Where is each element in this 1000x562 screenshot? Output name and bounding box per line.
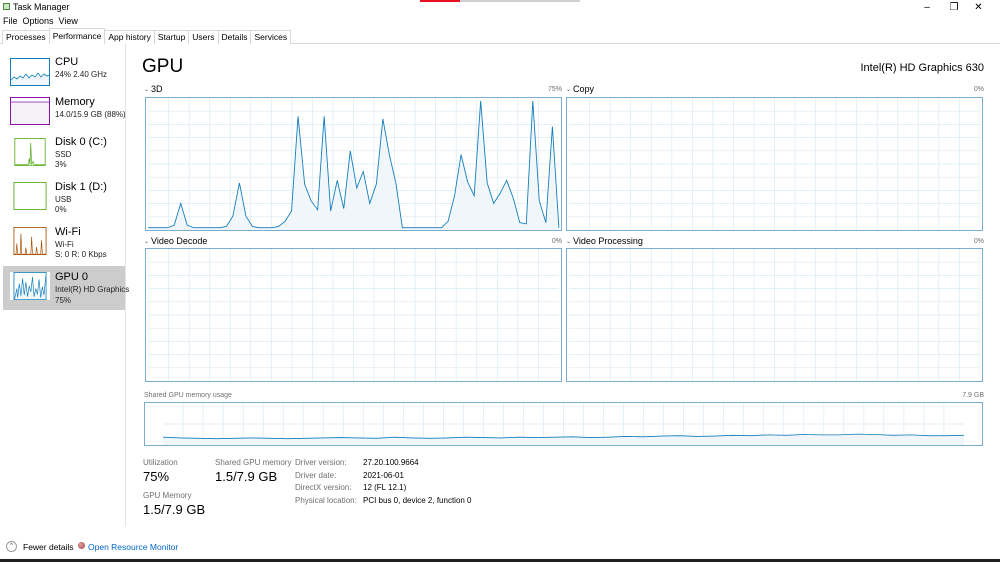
resource-monitor-icon [78,542,85,549]
menu-options[interactable]: Options [21,15,56,28]
gpu-device-name: Intel(R) HD Graphics 630 [860,62,985,74]
sidebar-gpu-0-title: GPU 0 [55,271,89,283]
accent-strip-red [420,0,460,2]
menu-view[interactable]: View [57,15,80,28]
shared-memory-graph [144,402,983,446]
engine-video-decode-name: Video Decode [151,236,208,246]
tab-processes[interactable]: Processes [2,30,50,44]
driver-date-value: 2021-06-01 [363,471,404,480]
gpu-memory-value: 1.5/7.9 GB [143,502,206,517]
menu-file[interactable]: File [1,15,20,28]
sidebar-wifi-title: Wi-Fi [55,226,81,238]
sidebar-gpu-0-usage: 75% [55,296,72,305]
tab-details[interactable]: Details [217,30,252,44]
gpu-memory-label: GPU Memory [143,491,192,500]
disk-0-graph-icon [10,138,50,166]
physical-location-label: Physical location: [295,496,357,505]
tab-app-history[interactable]: App history [104,30,155,44]
engine-copy-name: Copy [573,84,595,94]
sidebar-disk-1-title: Disk 1 (D:) [55,181,107,193]
engine-3d-max: 75% [547,86,562,93]
resource-sidebar: CPU 24% 2.40 GHz Memory 14.0/15.9 GB (88… [0,44,129,526]
sidebar-disk-0-type: SSD [55,150,72,159]
driver-version-label: Driver version: [295,458,347,467]
shared-gpu-memory-value: 1.5/7.9 GB [215,469,278,484]
sidebar-disk-1-usage: 0% [55,205,67,214]
sidebar-item-disk-1[interactable]: Disk 1 (D:) USB 0% [3,179,125,223]
sidebar-gpu-0-name: Intel(R) HD Graphics [55,285,130,294]
shared-gpu-memory-label: Shared GPU memory [215,458,292,467]
sidebar-disk-1-type: USB [55,195,72,204]
chevron-down-icon: ⌄ [566,87,572,93]
engine-video-processing-label[interactable]: ⌄ Video Processing [566,236,643,246]
engine-video-processing-name: Video Processing [573,236,643,246]
sidebar-item-memory[interactable]: Memory 14.0/15.9 GB (88%) [3,94,126,138]
sidebar-cpu-title: CPU [55,56,79,68]
engine-video-processing-graph [566,248,983,382]
tab-users[interactable]: Users [188,30,219,44]
driver-version-value: 27.20.100.9664 [363,458,419,467]
sidebar-item-cpu[interactable]: CPU 24% 2.40 GHz [3,54,125,98]
gpu-graph-icon [10,272,50,300]
wifi-graph-icon [10,227,50,255]
engine-video-decode-max: 0% [551,238,562,245]
fewer-details-button[interactable]: Fewer details [23,542,74,552]
shared-memory-graph-max: 7.9 GB [962,392,984,399]
driver-date-label: Driver date: [295,471,337,480]
sidebar-disk-0-title: Disk 0 (C:) [55,136,107,148]
utilization-value: 75% [143,469,170,484]
tab-performance[interactable]: Performance [48,28,106,44]
close-button[interactable]: ✕ [957,0,1000,15]
engine-video-decode-graph [145,248,562,382]
accent-strip-gray [460,0,580,2]
directx-version-value: 12 (FL 12.1) [363,483,407,492]
sidebar-disk-0-usage: 3% [55,160,67,169]
graph-grid [569,249,980,381]
task-manager-icon [3,3,10,10]
engine-copy-max: 0% [973,86,984,93]
memory-graph-icon [10,97,50,125]
sidebar-item-wifi[interactable]: Wi-Fi Wi-Fi S: 0 R: 0 Kbps [3,224,125,268]
sidebar-item-disk-0[interactable]: Disk 0 (C:) SSD 3% [3,134,125,178]
engine-3d-graph [145,97,562,231]
chevron-down-icon: ⌄ [144,87,150,93]
utilization-label: Utilization [143,458,178,467]
footer: ⌃ Fewer details Open Resource Monitor [0,538,1000,556]
tab-strip: Processes Performance App history Startu… [2,28,292,44]
engine-video-decode-label[interactable]: ⌄ Video Decode [144,236,207,246]
engine-copy-label[interactable]: ⌄ Copy [566,84,594,94]
sidebar-memory-title: Memory [55,96,95,108]
directx-version-label: DirectX version: [295,483,352,492]
engine-3d-label[interactable]: ⌄ 3D [144,84,163,94]
physical-location-value: PCI bus 0, device 2, function 0 [363,496,472,505]
chevron-up-icon[interactable]: ⌃ [6,541,17,552]
page-title: GPU [142,56,184,77]
window-accent-strip [420,0,580,2]
window-title: Task Manager [13,2,70,12]
menu-bar: File Options View [0,15,80,28]
tab-startup[interactable]: Startup [153,30,190,44]
engine-copy-graph [566,97,983,231]
engine-3d-name: 3D [151,84,163,94]
graph-grid [148,249,559,381]
engine-video-processing-max: 0% [973,238,984,245]
sidebar-item-gpu-0[interactable]: GPU 0 Intel(R) HD Graphics 75% [3,266,129,310]
sidebar-cpu-usage: 24% 2.40 GHz [55,70,108,79]
shared-memory-graph-label: Shared GPU memory usage [144,392,232,399]
sidebar-wifi-throughput: S: 0 R: 0 Kbps [55,250,107,259]
chevron-down-icon: ⌄ [566,239,572,245]
sidebar-wifi-adapter: Wi-Fi [55,240,74,249]
cpu-graph-icon [10,58,50,86]
title-bar: Task Manager – ❐ ✕ [0,0,1000,15]
open-resource-monitor-link[interactable]: Open Resource Monitor [88,542,178,552]
chevron-down-icon: ⌄ [144,239,150,245]
disk-1-graph-icon [10,182,50,210]
sidebar-memory-usage: 14.0/15.9 GB (88%) [55,110,126,119]
graph-grid [569,98,980,230]
tab-services[interactable]: Services [250,30,292,44]
